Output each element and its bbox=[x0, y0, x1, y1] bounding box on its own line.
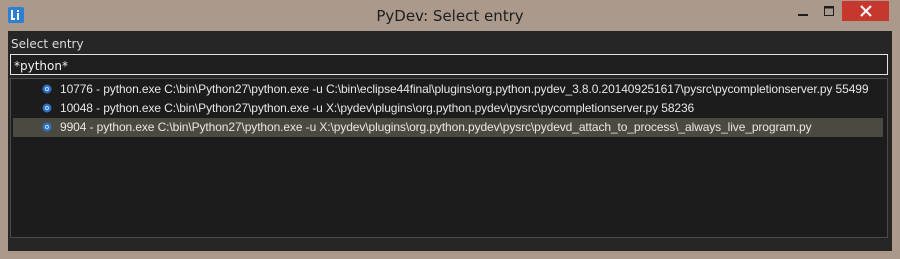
list-item-text: 10048 - python.exe C:\bin\Python27\pytho… bbox=[60, 101, 695, 115]
close-icon bbox=[859, 5, 872, 17]
process-gear-icon bbox=[42, 103, 52, 113]
close-button[interactable] bbox=[842, 1, 889, 21]
list-item-text: 9904 - python.exe C:\bin\Python27\python… bbox=[60, 120, 812, 134]
minimize-button[interactable] bbox=[790, 1, 816, 21]
maximize-button[interactable] bbox=[816, 1, 842, 21]
list-item-text: 10776 - python.exe C:\bin\Python27\pytho… bbox=[60, 82, 869, 96]
title-bar[interactable]: PyDev: Select entry bbox=[0, 0, 900, 32]
minimize-icon bbox=[798, 14, 808, 16]
list-item-selected[interactable]: 9904 - python.exe C:\bin\Python27\python… bbox=[13, 118, 883, 137]
filter-input[interactable] bbox=[11, 56, 887, 76]
list-item[interactable]: 10048 - python.exe C:\bin\Python27\pytho… bbox=[13, 99, 883, 118]
process-gear-icon bbox=[42, 122, 52, 132]
dialog-window: PyDev: Select entry Select entry *python… bbox=[0, 0, 900, 259]
entry-list[interactable]: 10776 - python.exe C:\bin\Python27\pytho… bbox=[10, 78, 888, 238]
process-gear-icon bbox=[42, 84, 52, 94]
dialog-body: Select entry 10776 - python.exe C:\bin\P… bbox=[8, 31, 892, 251]
window-title: PyDev: Select entry bbox=[376, 7, 524, 25]
select-entry-label: Select entry bbox=[11, 37, 84, 51]
list-item[interactable]: 10776 - python.exe C:\bin\Python27\pytho… bbox=[13, 80, 883, 99]
filter-field-frame[interactable] bbox=[10, 54, 888, 76]
maximize-icon bbox=[824, 6, 834, 16]
